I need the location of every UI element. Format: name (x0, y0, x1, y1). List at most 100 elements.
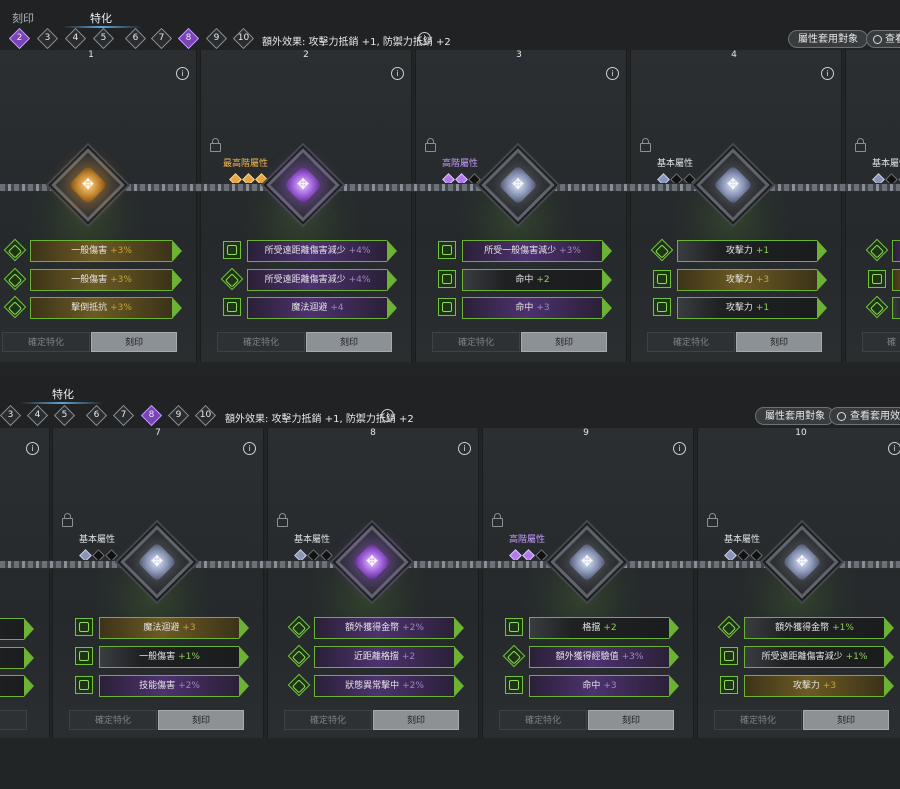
stat-row[interactable]: 一般傷害 +1% (75, 646, 251, 668)
engrave-button[interactable]: 刻印 (736, 332, 822, 352)
stat-name: 攻擊力 (725, 246, 753, 256)
stat-row[interactable]: 攻擊力 +3 (653, 269, 829, 291)
engrave-button[interactable]: 刻印 (306, 332, 392, 352)
stat-row[interactable]: 攻擊力 +1 (650, 238, 829, 262)
stat-row[interactable]: 攻擊力 +1 (653, 297, 829, 319)
info-icon[interactable]: i (673, 442, 686, 455)
stat-row[interactable]: 魔法迴避 +3 (75, 617, 251, 639)
info-icon[interactable]: i (458, 442, 471, 455)
stat-row[interactable] (0, 618, 49, 640)
stat-row[interactable]: 命中 +3 (505, 675, 681, 697)
stat-row[interactable]: 擊倒抵抗 +3% (3, 295, 182, 319)
engrave-button[interactable]: 刻印 (521, 332, 607, 352)
stat-name: 所受遠距離傷害減少 (761, 652, 843, 662)
confirm-spec-button[interactable]: 確 (862, 332, 900, 352)
stat-diamond-icon (502, 644, 526, 668)
gem-icon: ✥ (266, 148, 340, 222)
lock-icon (707, 513, 718, 527)
stat-row[interactable]: 額外獲得金幣 +2% (287, 615, 466, 639)
stat-value: +1% (832, 623, 854, 633)
tab-engrave[interactable]: 刻印 (12, 10, 34, 26)
info-icon[interactable]: i (26, 442, 39, 455)
stat-row[interactable] (865, 295, 900, 319)
stat-row[interactable] (0, 647, 49, 669)
stat-row[interactable]: 所受遠距離傷害減少 +4% (223, 240, 399, 262)
stat-diamond-icon (650, 238, 674, 262)
search-effect-button[interactable]: 查看 (866, 30, 900, 48)
info-icon[interactable]: i (821, 67, 834, 80)
confirm-spec-button[interactable]: 確定特化 (217, 332, 305, 352)
info-icon[interactable]: i (418, 32, 431, 45)
stat-skull-icon (868, 270, 886, 288)
search-effect-button[interactable]: 查看套用效果 (829, 407, 900, 425)
stat-skull-icon (438, 270, 456, 288)
stat-skull-icon (75, 618, 93, 636)
card-number: 3 (506, 48, 532, 61)
confirm-spec-button[interactable]: 確定特化 (432, 332, 520, 352)
tier-label: 基本屬性 (872, 159, 900, 169)
stat-name: 額外獲得經驗值 (555, 652, 619, 662)
stat-row[interactable]: 所受一般傷害減少 +3% (438, 240, 614, 262)
info-icon[interactable]: i (391, 67, 404, 80)
gem-icon: ✥ (335, 525, 409, 599)
stat-name: 一般傷害 (71, 246, 108, 256)
stat-row[interactable]: 技能傷害 +2% (75, 675, 251, 697)
stat-value: +4% (348, 246, 371, 256)
stat-diamond-icon (287, 673, 311, 697)
engrave-button[interactable]: 刻印 (588, 710, 674, 730)
stat-row[interactable]: 一般傷害 +3% (3, 267, 182, 291)
stat-row[interactable] (0, 675, 49, 697)
card-number: 10 (788, 426, 814, 439)
info-icon[interactable]: i (888, 442, 900, 455)
stat-row[interactable]: 一般傷害 +3% (3, 238, 182, 262)
confirm-spec-button[interactable]: 確定特化 (69, 710, 157, 730)
spec-card-6-partial: i (0, 428, 50, 738)
stat-value: +4% (348, 275, 371, 285)
stat-value: +3% (110, 303, 132, 313)
stat-row[interactable] (865, 238, 900, 262)
stat-name: 命中 (582, 681, 601, 691)
info-icon[interactable]: i (381, 409, 394, 422)
confirm-spec-button[interactable]: 確定特化 (499, 710, 587, 730)
confirm-spec-button[interactable]: 確定特化 (647, 332, 735, 352)
stat-row[interactable]: 近距離格擋 +2 (287, 644, 466, 668)
info-icon[interactable]: i (176, 67, 189, 80)
confirm-spec-button[interactable]: 確定特化 (714, 710, 802, 730)
stat-row[interactable]: 命中 +2 (438, 269, 614, 291)
stat-diamond-icon (287, 615, 311, 639)
engrave-button[interactable]: 刻印 (91, 332, 177, 352)
gem-icon: ✥ (481, 148, 555, 222)
stat-name: 擊倒抵抗 (71, 303, 108, 313)
stat-row[interactable]: 攻擊力 +3 (720, 675, 896, 697)
engrave-button[interactable]: 刻印 (158, 710, 244, 730)
stat-name: 額外獲得金幣 (345, 623, 400, 633)
stat-row[interactable]: 額外獲得金幣 +1% (717, 615, 896, 639)
stat-name: 額外獲得金幣 (775, 623, 830, 633)
stat-row[interactable] (868, 269, 900, 291)
stat-value: +3% (110, 246, 132, 256)
stat-row[interactable]: 狀態異常擊中 +2% (287, 673, 466, 697)
info-icon[interactable]: i (606, 67, 619, 80)
stat-row[interactable]: 魔法迴避 +4 (223, 297, 399, 319)
stat-row[interactable]: 命中 +3 (438, 297, 614, 319)
stat-row[interactable]: 額外獲得經驗值 +3% (502, 644, 681, 668)
stat-diamond-icon (717, 615, 741, 639)
spec-card-5-partial: 基本屬性 確 (845, 50, 900, 362)
stat-row[interactable]: 所受遠距離傷害減少 +4% (220, 267, 399, 291)
tab-specialize[interactable]: 特化 (90, 10, 112, 26)
info-icon[interactable]: i (243, 442, 256, 455)
confirm-spec-button[interactable] (0, 710, 27, 730)
engrave-button[interactable]: 刻印 (803, 710, 889, 730)
apply-target-button[interactable]: 屬性套用對象 (788, 30, 868, 48)
stat-name: 狀態異常擊中 (345, 681, 400, 691)
stat-row[interactable]: 所受遠距離傷害減少 +1% (720, 646, 896, 668)
search-icon (873, 35, 882, 44)
stat-diamond-icon (865, 295, 889, 319)
apply-target-button[interactable]: 屬性套用對象 (755, 407, 835, 425)
confirm-spec-button[interactable]: 確定特化 (284, 710, 372, 730)
stat-skull-icon (653, 270, 671, 288)
engrave-button[interactable]: 刻印 (373, 710, 459, 730)
tab-specialize[interactable]: 特化 (52, 386, 74, 402)
confirm-spec-button[interactable]: 確定特化 (2, 332, 90, 352)
stat-row[interactable]: 格擋 +2 (505, 617, 681, 639)
